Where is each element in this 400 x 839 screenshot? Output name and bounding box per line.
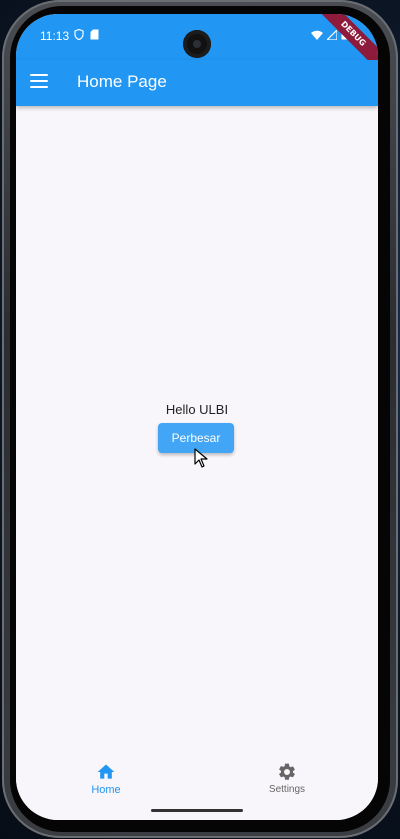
nav-home-label: Home — [91, 784, 121, 796]
hamburger-menu-icon[interactable] — [30, 74, 48, 90]
bottom-navigation: Home Settings — [16, 754, 378, 820]
home-icon — [97, 764, 115, 779]
signal-icon — [327, 29, 337, 40]
gear-icon — [279, 763, 295, 780]
nav-item-home[interactable]: Home — [66, 762, 146, 796]
mouse-cursor-icon — [194, 448, 208, 468]
page-title: Home Page — [77, 72, 167, 91]
front-camera — [183, 30, 211, 58]
status-left-icons — [74, 29, 99, 40]
greeting-text: Hello ULBI — [165, 402, 229, 417]
home-indicator[interactable] — [151, 809, 243, 812]
wifi-icon — [311, 30, 323, 40]
app-bar: Home Page — [16, 60, 378, 106]
sd-card-icon — [90, 29, 99, 40]
nav-item-settings[interactable]: Settings — [247, 762, 327, 795]
app-screen: 11:13 DEBUG Home Page Hello ULBI Perbesa… — [16, 14, 378, 820]
status-time: 11:13 — [40, 29, 70, 43]
nav-settings-label: Settings — [268, 784, 306, 795]
status-bar: 11:13 DEBUG — [16, 14, 378, 79]
shield-icon — [74, 29, 84, 40]
